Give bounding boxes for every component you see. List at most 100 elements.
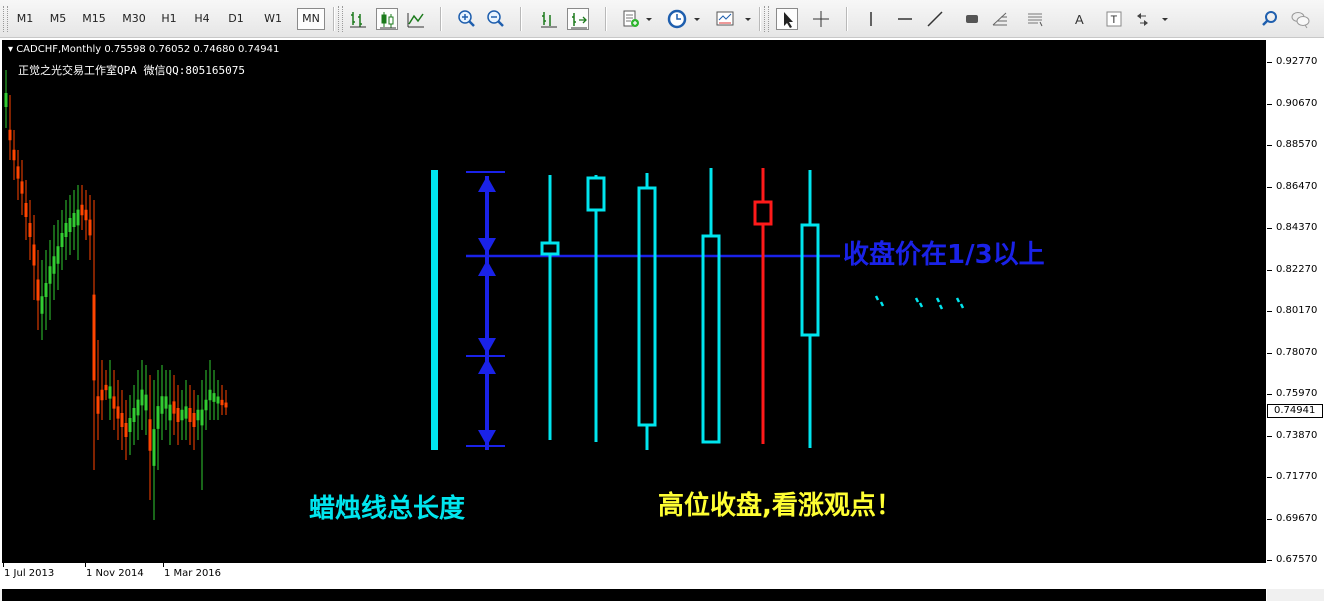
periods-clock-icon[interactable] [666, 8, 688, 30]
price-candle-body [36, 279, 40, 301]
price-tick [1267, 145, 1272, 146]
price-tick [1267, 394, 1272, 395]
price-label: 0.69670 [1276, 512, 1318, 524]
price-candle-body [44, 283, 48, 297]
price-candle-body [192, 413, 196, 427]
arrows-icon[interactable] [1132, 8, 1154, 30]
vertical-line-icon[interactable] [860, 8, 882, 30]
toolbar-grip[interactable] [3, 6, 8, 32]
price-label: 0.88570 [1276, 139, 1318, 150]
price-candle-body [224, 402, 228, 408]
timeframe-button-m1[interactable]: M1 [12, 8, 38, 30]
timeframe-button-w1[interactable]: W1 [260, 8, 286, 30]
toolbar-grip[interactable] [764, 6, 769, 32]
zoom-in-icon[interactable] [456, 8, 478, 30]
timeframe-button-m5[interactable]: M5 [45, 8, 71, 30]
price-candle-body [184, 406, 188, 419]
price-candle-body [208, 389, 212, 401]
crosshair-icon[interactable] [810, 8, 832, 30]
price-label: 0.75970 [1276, 388, 1318, 399]
price-label: 0.84370 [1276, 222, 1318, 233]
price-chart[interactable] [2, 40, 1266, 566]
toolbar-grip[interactable] [338, 6, 343, 32]
price-tick [1267, 352, 1272, 354]
timeframe-button-h4[interactable]: H4 [189, 8, 215, 30]
price-tick [1267, 560, 1272, 561]
toolbar-separator [605, 7, 606, 31]
time-tick [163, 563, 164, 567]
candlestick-icon[interactable] [376, 8, 398, 30]
example-candle-3-body [637, 186, 657, 427]
arrow-up-icon [478, 358, 496, 374]
svg-text:T: T [1111, 14, 1118, 26]
price-candle-body [68, 218, 72, 232]
rectangle-icon[interactable] [961, 8, 983, 30]
price-label: 0.73870 [1276, 429, 1318, 441]
arrow-down-icon [478, 238, 496, 254]
svg-text:A: A [1075, 12, 1084, 27]
price-candle-body [96, 396, 100, 414]
chart-area[interactable] [2, 40, 1267, 601]
search-icon[interactable] [1259, 8, 1281, 30]
chevron-down-icon[interactable] [744, 8, 752, 30]
price-candle-body [160, 396, 164, 414]
price-candle-body [172, 401, 176, 414]
price-candle-body [32, 244, 36, 266]
price-candle-body [128, 418, 132, 432]
price-candle-body [24, 203, 28, 217]
arrow-down-icon [478, 338, 496, 354]
toolbar-separator [333, 7, 334, 31]
line-chart-icon[interactable] [405, 8, 427, 30]
arrow-up-icon [478, 176, 496, 192]
price-tick [1267, 477, 1272, 478]
price-candle-body [108, 386, 112, 399]
continuation-mark [874, 295, 880, 301]
horizontal-line-icon[interactable] [894, 8, 916, 30]
price-candle-body [220, 399, 224, 406]
price-candle-body [60, 233, 64, 247]
toolbar: M1 M5 M15 M30 H1 H4 D1 W1 MN A T [0, 0, 1324, 38]
templates-icon[interactable] [714, 8, 736, 30]
price-label: 0.71770 [1276, 471, 1318, 482]
chat-icon[interactable] [1289, 8, 1311, 30]
cursor-icon[interactable] [776, 8, 798, 30]
trendline-icon[interactable] [924, 8, 946, 30]
timeframe-button-mn[interactable]: MN [297, 8, 325, 30]
chart-shift-icon[interactable] [538, 8, 560, 30]
example-candle-6-body [800, 223, 820, 337]
arrow-down-icon [478, 430, 496, 446]
timeframe-button-m30[interactable]: M30 [118, 8, 150, 30]
chevron-down-icon[interactable] [645, 8, 653, 30]
text-icon[interactable]: A [1069, 8, 1091, 30]
channel-icon[interactable] [1024, 8, 1046, 30]
price-axis[interactable]: 0.92770 0.90670 0.88570 0.86470 0.84370 0.822… [1267, 38, 1324, 565]
price-label: 0.82270 [1276, 263, 1318, 275]
timeframe-button-h1[interactable]: H1 [156, 8, 182, 30]
continuation-mark [938, 304, 944, 310]
continuation-mark [914, 297, 920, 303]
example-candle-1-body [540, 241, 560, 256]
price-candle-body [144, 394, 148, 411]
annotation-high-close: 高位收盘,看涨观点！ [658, 491, 902, 521]
bar-chart-icon[interactable] [347, 8, 369, 30]
new-order-icon[interactable] [620, 8, 642, 30]
price-tick [1267, 435, 1272, 437]
timeframe-button-m15[interactable]: M15 [78, 8, 110, 30]
chevron-down-icon[interactable] [693, 8, 701, 30]
total-length-bar [431, 170, 438, 450]
price-label: 0.86470 [1276, 180, 1318, 192]
price-candle-body [196, 409, 200, 421]
time-axis[interactable]: 1 Jul 2013 1 Nov 2014 1 Mar 2016 [0, 563, 1267, 589]
price-candle-body [140, 389, 144, 406]
autoscroll-icon[interactable] [567, 8, 589, 30]
price-candle-body [16, 166, 20, 179]
price-tick [1267, 62, 1272, 63]
timeframe-button-d1[interactable]: D1 [223, 8, 249, 30]
zoom-out-icon[interactable] [485, 8, 507, 30]
price-candle-body [64, 223, 68, 237]
fibonacci-icon[interactable] [989, 8, 1011, 30]
price-candle-body [148, 419, 152, 451]
chevron-down-icon[interactable] [1161, 8, 1169, 30]
text-label-icon[interactable]: T [1103, 8, 1125, 30]
toolbar-separator [440, 7, 441, 31]
